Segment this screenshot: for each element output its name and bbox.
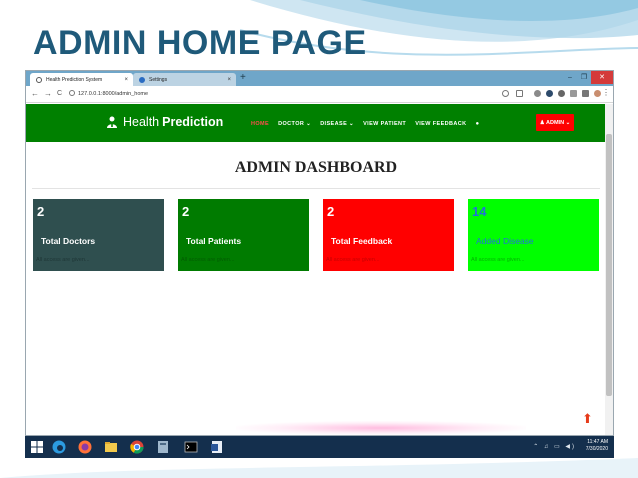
puzzle-icon[interactable] [558, 90, 565, 97]
maximize-button[interactable]: ❐ [577, 71, 591, 84]
card-subtext: All access are given... [36, 257, 90, 263]
firefox-icon[interactable] [77, 439, 93, 455]
globe-icon [36, 76, 42, 83]
minimize-button[interactable]: – [563, 71, 577, 84]
tab-settings[interactable]: Settings × [133, 73, 236, 86]
bookmark-star-icon[interactable] [516, 90, 523, 97]
reading-list-icon[interactable] [570, 90, 577, 97]
terminal-icon[interactable] [183, 439, 199, 455]
extension-icon[interactable] [546, 90, 553, 97]
system-tray[interactable]: ⌃ ♫ ▭ ◀) [533, 443, 576, 450]
card-subtext: All access are given... [471, 257, 525, 263]
browser-window: Health Prediction System × Settings × + … [25, 70, 614, 436]
key-icon[interactable] [582, 90, 589, 97]
close-window-button[interactable]: ✕ [591, 71, 613, 84]
card-count: 2 [327, 204, 335, 219]
app-icon[interactable] [155, 439, 171, 455]
card-label: Added Disease [476, 236, 534, 246]
card-count: 2 [37, 204, 45, 219]
taskbar-clock[interactable]: 11:47 AM 7/30/2020 [586, 439, 608, 453]
tab-close-icon[interactable]: × [124, 77, 128, 83]
address-bar: ← → C 127.0.0.1:8000/admin_home ⋮ [26, 86, 613, 103]
tab-health-prediction[interactable]: Health Prediction System × [30, 73, 133, 86]
divider [32, 188, 600, 189]
menu-item-view-patient[interactable]: VIEW PATIENT [363, 121, 406, 127]
card-count: 2 [182, 204, 190, 219]
menu-item-doctor[interactable]: DOCTOR ⌄ [278, 121, 311, 127]
decorative-glow [236, 421, 526, 435]
site-navbar: Health Prediction HOME DOCTOR ⌄ DISEASE … [26, 104, 606, 142]
windows-taskbar: ⌃ ♫ ▭ ◀) 11:47 AM 7/30/2020 [25, 436, 614, 458]
edge-icon[interactable] [51, 439, 67, 455]
slide-title: ADMIN HOME PAGE [33, 24, 367, 62]
card-label: Total Feedback [331, 236, 393, 246]
url-field[interactable]: 127.0.0.1:8000/admin_home [78, 91, 148, 97]
chrome-icon[interactable] [129, 439, 145, 455]
tab-label: Health Prediction System [46, 76, 103, 83]
menu-item-home[interactable]: HOME [251, 121, 269, 127]
clock-date: 7/30/2020 [585, 446, 608, 452]
word-icon[interactable] [209, 439, 225, 455]
tab-close-icon[interactable]: × [227, 77, 231, 83]
card-total-doctors[interactable]: 2 Total Doctors All access are given... [33, 199, 164, 271]
scrollbar-thumb[interactable] [606, 134, 612, 396]
reload-button[interactable]: C [57, 90, 62, 97]
bell-icon[interactable]: ● [476, 121, 480, 127]
scroll-to-top-icon[interactable]: ⬆ [582, 411, 593, 427]
zoom-icon[interactable] [502, 90, 509, 97]
card-added-disease[interactable]: 14 Added Disease All access are given... [468, 199, 599, 271]
brand-regular: Health [123, 115, 160, 129]
extension-icon[interactable] [534, 90, 541, 97]
web-page: Health Prediction HOME DOCTOR ⌄ DISEASE … [26, 104, 606, 435]
tab-label: Settings [149, 76, 168, 83]
forward-button[interactable]: → [44, 89, 52, 98]
admin-dropdown-button[interactable]: ♟ ADMIN ⌄ [536, 114, 574, 131]
menu-kebab-icon[interactable]: ⋮ [602, 88, 610, 97]
profile-avatar-icon[interactable] [594, 90, 601, 97]
clock-time: 11:47 AM [587, 439, 608, 445]
file-explorer-icon[interactable] [103, 439, 119, 455]
brand-bold: Prediction [162, 115, 224, 129]
site-info-icon[interactable] [69, 90, 75, 96]
dashboard-title: ADMIN DASHBOARD [234, 159, 398, 176]
windows-start-icon[interactable] [29, 439, 45, 455]
menu-item-disease[interactable]: DISEASE ⌄ [320, 121, 354, 127]
card-total-patients[interactable]: 2 Total Patients All access are given... [178, 199, 309, 271]
main-menu: HOME DOCTOR ⌄ DISEASE ⌄ VIEW PATIENT VIE… [251, 121, 480, 127]
card-subtext: All access are given... [326, 257, 380, 263]
card-subtext: All access are given... [181, 257, 235, 263]
doctor-icon [107, 116, 117, 128]
brand-logo[interactable]: Health Prediction [106, 115, 223, 129]
card-label: Total Patients [186, 236, 242, 246]
card-total-feedback[interactable]: 2 Total Feedback All access are given... [323, 199, 454, 271]
menu-item-view-feedback[interactable]: VIEW FEEDBACK [415, 121, 466, 127]
back-button[interactable]: ← [31, 89, 39, 98]
card-count: 14 [472, 204, 487, 219]
card-label: Total Doctors [41, 236, 96, 246]
tab-bar: Health Prediction System × Settings × + … [26, 71, 613, 86]
new-tab-button[interactable]: + [240, 72, 246, 83]
settings-icon [139, 76, 145, 83]
